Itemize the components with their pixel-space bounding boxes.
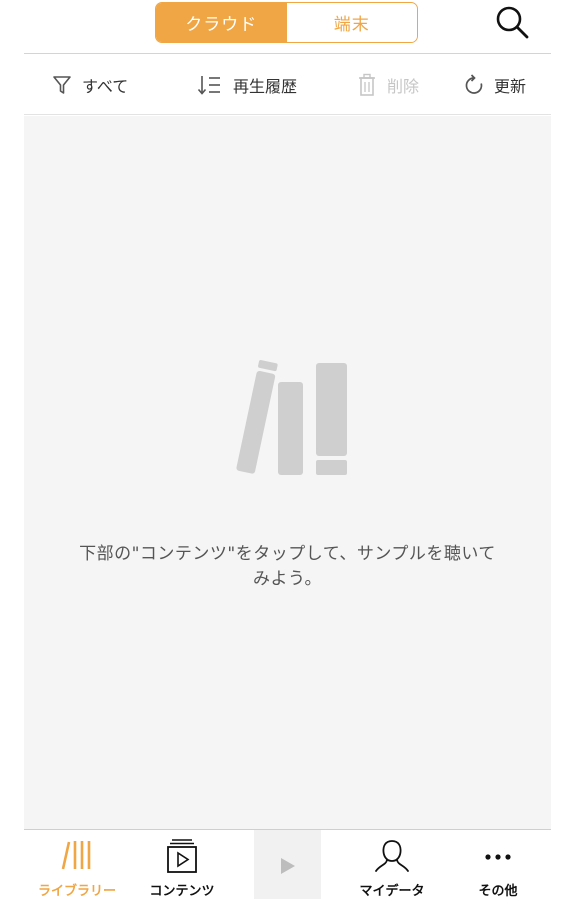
header: クラウド 端末 (24, 0, 551, 54)
delete-button[interactable]: 削除 (357, 55, 419, 115)
refresh-button[interactable]: 更新 (464, 55, 526, 115)
tab-more[interactable]: その他 (445, 830, 551, 899)
empty-message-line-1: 下部の"コンテンツ"をタップして、サンプルを聴いて (79, 544, 496, 564)
refresh-icon (465, 74, 483, 94)
mini-player-button[interactable] (254, 830, 321, 899)
tab-my-data[interactable]: マイデータ (339, 830, 445, 899)
sort-icon (197, 76, 220, 95)
library-content-area: 下部の"コンテンツ"をタップして、サンプルを聴いて みよう。 (24, 116, 551, 829)
segment-cloud[interactable]: クラウド (156, 3, 287, 42)
person-icon (375, 840, 409, 872)
segment-device[interactable]: 端末 (286, 3, 417, 42)
tab-contents-label: コンテンツ (149, 884, 215, 899)
play-icon (281, 858, 295, 874)
search-icon (496, 6, 529, 39)
filter-label: すべて (82, 77, 129, 96)
trash-icon (359, 73, 375, 96)
app-screen: クラウド 端末 すべて 再生履歴 削除 更新 下部の"コンテンツ"をタップして、… (0, 0, 576, 899)
tab-more-label: その他 (478, 884, 518, 899)
toolbar: すべて 再生履歴 削除 更新 (24, 55, 551, 115)
sort-label: 再生履歴 (233, 77, 298, 96)
storage-segmented-control: クラウド 端末 (155, 2, 418, 43)
filter-button[interactable]: すべて (52, 55, 128, 115)
library-icon (61, 841, 91, 870)
tab-contents[interactable]: コンテンツ (129, 830, 235, 899)
search-button[interactable] (494, 4, 530, 40)
more-icon (485, 854, 511, 860)
filter-icon (53, 76, 71, 94)
books-icon (236, 360, 347, 475)
empty-message-line-2: みよう。 (253, 569, 322, 589)
bottom-tab-bar: ライブラリー コンテンツ マイデータ その他 (24, 829, 551, 899)
delete-label: 削除 (387, 77, 420, 96)
tab-library-label: ライブラリー (37, 884, 116, 899)
refresh-label: 更新 (494, 77, 527, 96)
contents-icon (167, 839, 197, 873)
empty-state-message: 下部の"コンテンツ"をタップして、サンプルを聴いて みよう。 (44, 542, 531, 592)
tab-my-data-label: マイデータ (359, 884, 425, 899)
tab-library[interactable]: ライブラリー (24, 830, 130, 899)
sort-button[interactable]: 再生履歴 (197, 55, 297, 115)
